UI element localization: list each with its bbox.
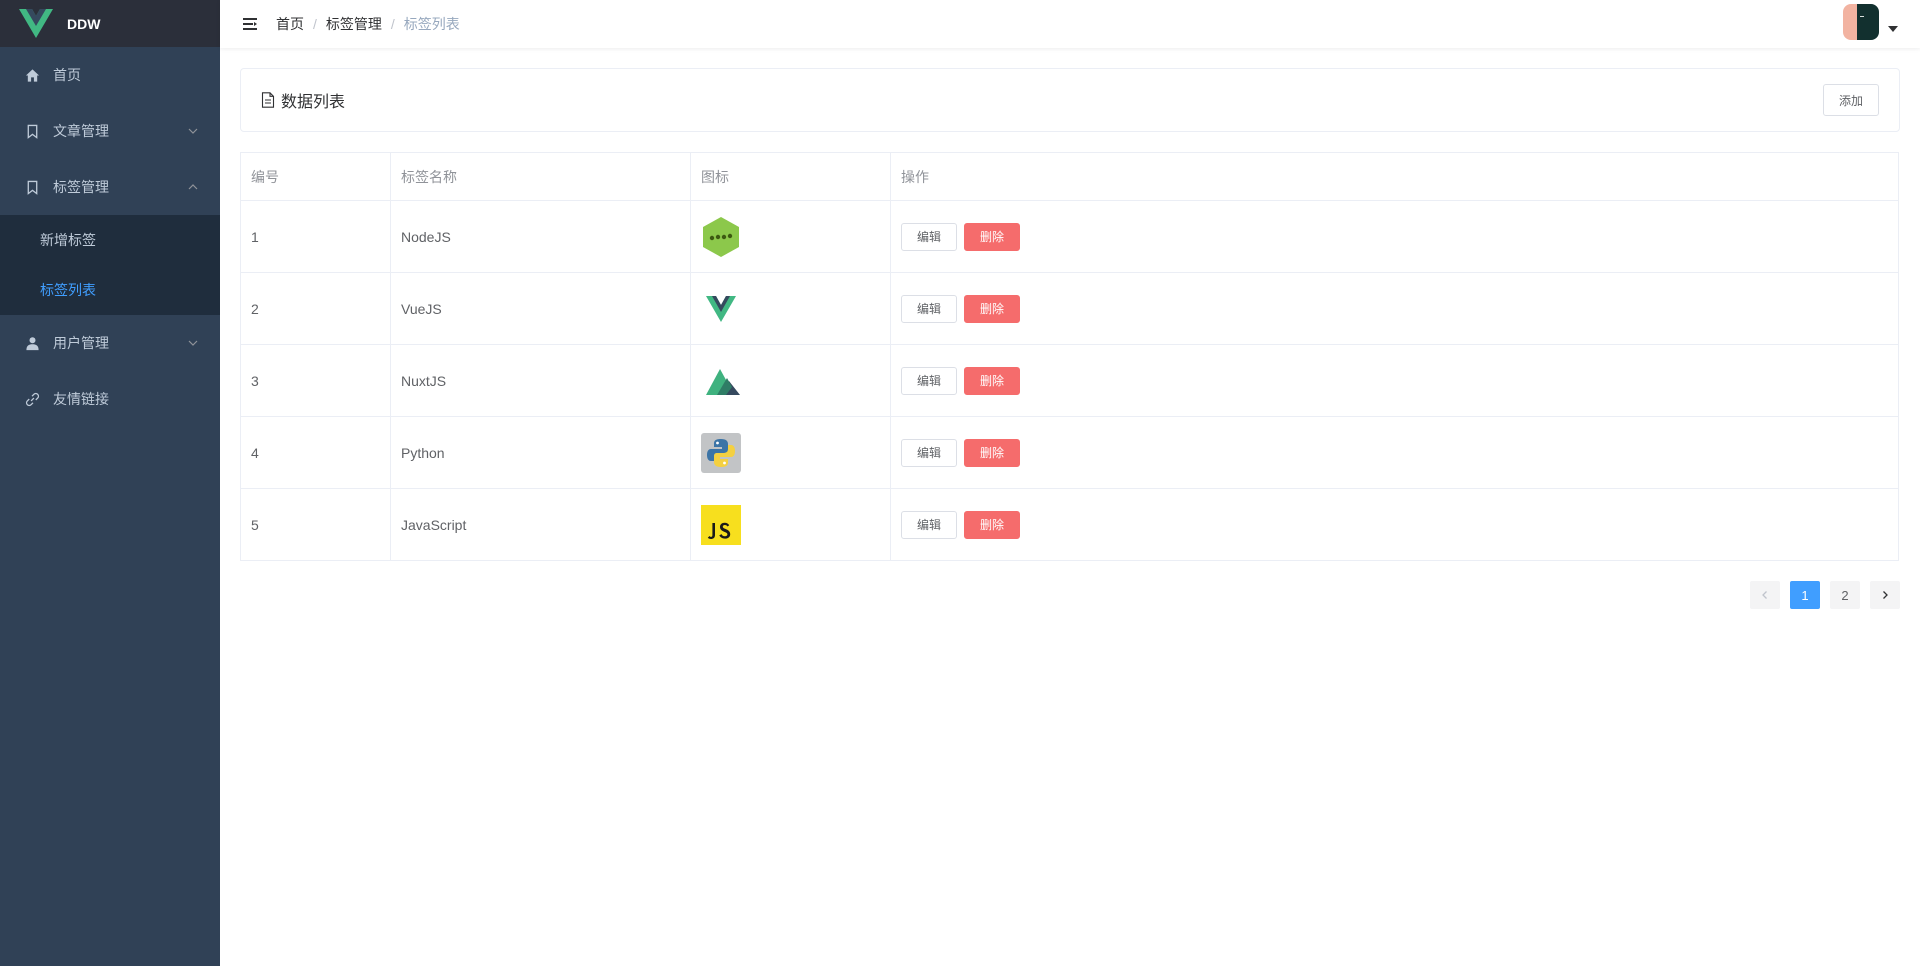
- home-icon: [24, 67, 40, 83]
- chevron-up-icon: [188, 184, 198, 190]
- cell-actions: 编辑 删除: [890, 488, 1899, 561]
- sidebar-item-label: 文章管理: [53, 123, 109, 139]
- sidebar-item-users[interactable]: 用户管理: [0, 315, 220, 371]
- cell-actions: 编辑 删除: [890, 272, 1899, 345]
- delete-button[interactable]: 删除: [964, 510, 1020, 539]
- breadcrumb-home[interactable]: 首页: [276, 14, 304, 34]
- breadcrumb-current: 标签列表: [403, 16, 460, 32]
- nuxtjs-icon: [706, 368, 740, 395]
- cell-actions: 编辑 删除: [890, 416, 1899, 489]
- add-button[interactable]: 添加: [1822, 84, 1879, 116]
- cell-name: JavaScript: [390, 488, 691, 561]
- table-row: 4 Python 编辑 删除: [240, 416, 1899, 489]
- sidebar: DDW 首页 文章管理 标签管理 新增标签 标签列表 用户管理 友情链接: [0, 0, 220, 966]
- breadcrumb-tags[interactable]: 标签管理: [326, 14, 382, 34]
- edit-button[interactable]: 编辑: [901, 438, 957, 467]
- tags-table: 编号 标签名称 图标 操作 1 NodeJS 编辑 删除 2 VueJS 编辑 …: [240, 152, 1899, 561]
- breadcrumb: 首页 / 标签管理 / 标签列表: [276, 14, 460, 34]
- edit-button[interactable]: 编辑: [901, 222, 957, 251]
- pagination: 1 2: [1740, 581, 1900, 609]
- tags-submenu: 新增标签 标签列表: [0, 215, 220, 315]
- chevron-left-icon: [1762, 591, 1767, 599]
- delete-button[interactable]: 删除: [964, 294, 1020, 323]
- sidebar-item-add-tag[interactable]: 新增标签: [0, 215, 220, 265]
- edit-button[interactable]: 编辑: [901, 294, 957, 323]
- sidebar-item-label: 友情链接: [53, 391, 109, 407]
- main-content: 数据列表 添加 编号 标签名称 图标 操作 1 NodeJS 编辑 删除 2 V…: [220, 48, 1920, 966]
- app-name: DDW: [67, 15, 101, 32]
- cell-id: 1: [240, 200, 391, 273]
- bookmark-icon: [24, 123, 40, 139]
- bookmark-icon: [24, 179, 40, 195]
- javascript-icon: [701, 504, 741, 545]
- cell-id: 2: [240, 272, 391, 345]
- cell-actions: 编辑 删除: [890, 344, 1899, 417]
- document-icon: [261, 92, 275, 108]
- navbar: 首页 / 标签管理 / 标签列表: [220, 0, 1920, 48]
- sidebar-item-home[interactable]: 首页: [0, 47, 220, 103]
- column-header-actions: 操作: [890, 152, 1899, 201]
- nodejs-icon: [703, 216, 739, 257]
- table-row: 5 JavaScript 编辑 删除: [240, 488, 1899, 561]
- column-header-icon: 图标: [690, 152, 891, 201]
- delete-button[interactable]: 删除: [964, 222, 1020, 251]
- table-row: 3 NuxtJS 编辑 删除: [240, 344, 1899, 417]
- panel-header: 数据列表 添加: [240, 68, 1900, 132]
- vuejs-icon: [706, 295, 736, 322]
- user-icon: [24, 335, 40, 351]
- caret-down-icon: [1888, 26, 1898, 32]
- chevron-down-icon: [188, 128, 198, 134]
- chevron-right-icon: [1883, 591, 1888, 599]
- link-icon: [24, 391, 40, 407]
- edit-button[interactable]: 编辑: [901, 366, 957, 395]
- prev-page-button[interactable]: [1750, 581, 1780, 609]
- page-button-2[interactable]: 2: [1830, 581, 1860, 609]
- hamburger-icon[interactable]: [242, 16, 258, 32]
- sidebar-item-tags[interactable]: 标签管理: [0, 159, 220, 215]
- breadcrumb-separator: /: [390, 16, 395, 32]
- cell-name: Python: [390, 416, 691, 489]
- delete-button[interactable]: 删除: [964, 438, 1020, 467]
- sidebar-item-links[interactable]: 友情链接: [0, 371, 220, 427]
- column-header-id: 编号: [240, 152, 391, 201]
- sidebar-item-label: 用户管理: [53, 335, 109, 351]
- cell-id: 4: [240, 416, 391, 489]
- table-row: 1 NodeJS 编辑 删除: [240, 200, 1899, 273]
- delete-button[interactable]: 删除: [964, 366, 1020, 395]
- table-header-row: 编号 标签名称 图标 操作: [240, 152, 1899, 201]
- sidebar-item-label: 标签管理: [53, 179, 109, 195]
- cell-name: VueJS: [390, 272, 691, 345]
- cell-name: NodeJS: [390, 200, 691, 273]
- edit-button[interactable]: 编辑: [901, 510, 957, 539]
- chevron-down-icon: [188, 340, 198, 346]
- sidebar-item-articles[interactable]: 文章管理: [0, 103, 220, 159]
- sidebar-item-tag-list[interactable]: 标签列表: [0, 265, 220, 315]
- cell-actions: 编辑 删除: [890, 200, 1899, 273]
- column-header-name: 标签名称: [390, 152, 691, 201]
- python-icon: [701, 432, 741, 473]
- page-button-1[interactable]: 1: [1790, 581, 1820, 609]
- logo[interactable]: DDW: [0, 0, 220, 47]
- table-row: 2 VueJS 编辑 删除: [240, 272, 1899, 345]
- cell-name: NuxtJS: [390, 344, 691, 417]
- avatar[interactable]: [1843, 4, 1879, 40]
- cell-id: 3: [240, 344, 391, 417]
- next-page-button[interactable]: [1870, 581, 1900, 609]
- vue-logo-icon: [19, 8, 53, 38]
- cell-id: 5: [240, 488, 391, 561]
- sidebar-item-label: 首页: [53, 67, 81, 83]
- panel-title: 数据列表: [281, 94, 346, 111]
- breadcrumb-separator: /: [313, 16, 317, 32]
- user-menu[interactable]: [1843, 4, 1898, 40]
